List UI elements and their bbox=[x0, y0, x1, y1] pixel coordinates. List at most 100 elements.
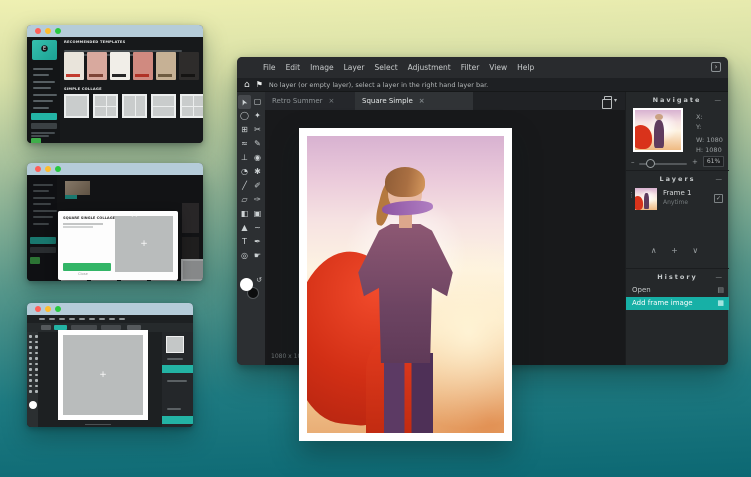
foreground-color-swatch[interactable] bbox=[240, 278, 253, 291]
collage-preview[interactable]: + × bbox=[115, 216, 173, 272]
tab-square-simple[interactable]: Square Simple × bbox=[355, 92, 473, 110]
home-icon[interactable]: ⌂ bbox=[244, 80, 250, 90]
text-tool-icon[interactable]: T bbox=[238, 235, 251, 249]
move-tool-icon[interactable]: ➤ bbox=[238, 95, 251, 109]
tool-icon-dot[interactable] bbox=[35, 346, 38, 349]
collapse-layers-icon[interactable]: — bbox=[716, 171, 723, 187]
layer-visibility-checkbox[interactable]: ✓ bbox=[714, 194, 723, 203]
minimize-traffic-light[interactable] bbox=[45, 28, 51, 34]
tool-icon-dot[interactable] bbox=[29, 335, 32, 338]
menu-adjustment[interactable]: Adjustment bbox=[408, 63, 451, 72]
tab-close-icon[interactable]: × bbox=[329, 97, 335, 105]
fill-tool-icon[interactable]: ◧ bbox=[238, 207, 251, 221]
menu-select[interactable]: Select bbox=[375, 63, 398, 72]
template-thumbnail[interactable] bbox=[133, 52, 153, 80]
sidebar-menu-item[interactable] bbox=[33, 81, 55, 83]
template-thumbnail[interactable] bbox=[87, 52, 107, 80]
zoom-in-icon[interactable]: + bbox=[692, 158, 698, 166]
close-traffic-light[interactable] bbox=[35, 166, 41, 172]
zoom-tool-icon[interactable]: ◎ bbox=[238, 249, 251, 263]
tool-icon-dot[interactable] bbox=[29, 368, 32, 371]
sidebar-menu-item[interactable] bbox=[33, 94, 57, 96]
tool-icon-dot[interactable] bbox=[35, 363, 38, 366]
sidebar-menu-item[interactable] bbox=[33, 100, 53, 102]
panel-toggle-icon[interactable]: › bbox=[711, 62, 721, 72]
lasso-tool-icon[interactable]: ◯ bbox=[238, 109, 251, 123]
template-thumbnail[interactable] bbox=[156, 52, 176, 80]
tool-icon-dot[interactable] bbox=[35, 368, 38, 371]
tool-icon-dot[interactable] bbox=[29, 374, 32, 377]
maximize-traffic-light[interactable] bbox=[55, 306, 61, 312]
tab-close-icon[interactable]: × bbox=[419, 97, 425, 105]
menu-view[interactable]: View bbox=[489, 63, 507, 72]
tool-icon-dot[interactable] bbox=[29, 385, 32, 388]
dialog-close-icon[interactable]: × bbox=[131, 210, 158, 220]
blur-tool-icon[interactable]: ◉ bbox=[251, 151, 264, 165]
tab-retro-summer[interactable]: Retro Summer × bbox=[265, 92, 355, 110]
move-layer-up-icon[interactable]: ∧ bbox=[651, 246, 663, 255]
menu-item-bar[interactable] bbox=[99, 318, 105, 320]
close-traffic-light[interactable] bbox=[35, 306, 41, 312]
menu-item-bar[interactable] bbox=[49, 318, 55, 320]
zoom-percent-field[interactable]: 61% bbox=[703, 156, 724, 167]
selected-history-row[interactable] bbox=[162, 416, 193, 424]
menu-filter[interactable]: Filter bbox=[461, 63, 480, 72]
menu-item-bar[interactable] bbox=[89, 318, 95, 320]
tool-icon-dot[interactable] bbox=[29, 379, 32, 382]
menu-item-bar[interactable] bbox=[79, 318, 85, 320]
collage-layout-quad[interactable] bbox=[93, 94, 118, 118]
wand-tool-icon[interactable]: ✦ bbox=[251, 109, 264, 123]
menu-layer[interactable]: Layer bbox=[344, 63, 365, 72]
collage-layout-v[interactable] bbox=[122, 94, 147, 118]
menu-item-bar[interactable] bbox=[119, 318, 125, 320]
template-thumbnail[interactable] bbox=[110, 52, 130, 80]
close-traffic-light[interactable] bbox=[35, 28, 41, 34]
sidebar-menu-item[interactable] bbox=[33, 68, 53, 70]
swap-colors-icon[interactable]: ↺ bbox=[256, 276, 262, 284]
liquify-tool-icon[interactable]: ≈ bbox=[238, 137, 251, 151]
collapse-navigate-icon[interactable]: — bbox=[715, 92, 722, 108]
menu-item-bar[interactable] bbox=[59, 318, 65, 320]
menu-item-bar[interactable] bbox=[69, 318, 75, 320]
dodge-tool-icon[interactable]: ◔ bbox=[238, 165, 251, 179]
minimize-traffic-light[interactable] bbox=[45, 166, 51, 172]
zoom-slider-knob[interactable] bbox=[646, 159, 655, 168]
collage-layout-h[interactable] bbox=[151, 94, 176, 118]
menu-edit[interactable]: Edit bbox=[286, 63, 301, 72]
history-step-add-frame-image[interactable]: Add frame image ▦ bbox=[626, 297, 729, 310]
hand-tool-icon[interactable]: ☛ bbox=[251, 249, 264, 263]
ink-tool-icon[interactable]: ✑ bbox=[251, 193, 264, 207]
smudge-tool-icon[interactable]: ~ bbox=[251, 221, 264, 235]
menu-image[interactable]: Image bbox=[310, 63, 334, 72]
sidebar-menu-item[interactable] bbox=[33, 87, 51, 89]
tab-options[interactable]: ▾ bbox=[604, 96, 617, 104]
sidebar-menu-item[interactable] bbox=[33, 74, 49, 76]
use-template-button[interactable] bbox=[63, 263, 111, 271]
color-swatch[interactable] bbox=[29, 401, 37, 409]
tool-icon-dot[interactable] bbox=[29, 341, 32, 344]
tool-icon-dot[interactable] bbox=[35, 385, 38, 388]
menu-item-bar[interactable] bbox=[39, 318, 45, 320]
tool-icon-dot[interactable] bbox=[35, 379, 38, 382]
cut-tool-icon[interactable]: ✂ bbox=[251, 123, 264, 137]
sidebar-menu-item[interactable] bbox=[33, 107, 49, 109]
tool-option[interactable] bbox=[41, 325, 51, 330]
tool-icon-dot[interactable] bbox=[29, 363, 32, 366]
dialog-close-link[interactable]: Close bbox=[78, 272, 88, 276]
marquee-tool-icon[interactable]: ▢ bbox=[251, 95, 264, 109]
secondary-action-button[interactable] bbox=[31, 123, 57, 129]
duplicate-view-icon[interactable] bbox=[604, 96, 612, 104]
shape-tool-icon[interactable]: ▣ bbox=[251, 207, 264, 221]
chevron-down-icon[interactable]: ▾ bbox=[614, 97, 617, 104]
layer-row-frame-1[interactable]: ⋮⋮ Frame 1 Anytime ✓ bbox=[626, 186, 729, 213]
eraser-tool-icon[interactable]: ▱ bbox=[238, 193, 251, 207]
collage-layout-quad[interactable] bbox=[180, 94, 203, 118]
language-badge[interactable] bbox=[31, 138, 41, 143]
add-layer-icon[interactable]: + bbox=[671, 246, 684, 255]
maximize-traffic-light[interactable] bbox=[55, 28, 61, 34]
collage-layout-single[interactable] bbox=[64, 94, 89, 118]
tool-icon-dot[interactable] bbox=[35, 357, 38, 360]
tool-icon-dot[interactable] bbox=[29, 352, 32, 355]
brush-tool-icon[interactable]: ✐ bbox=[251, 179, 264, 193]
template-thumbnail[interactable] bbox=[64, 52, 84, 80]
